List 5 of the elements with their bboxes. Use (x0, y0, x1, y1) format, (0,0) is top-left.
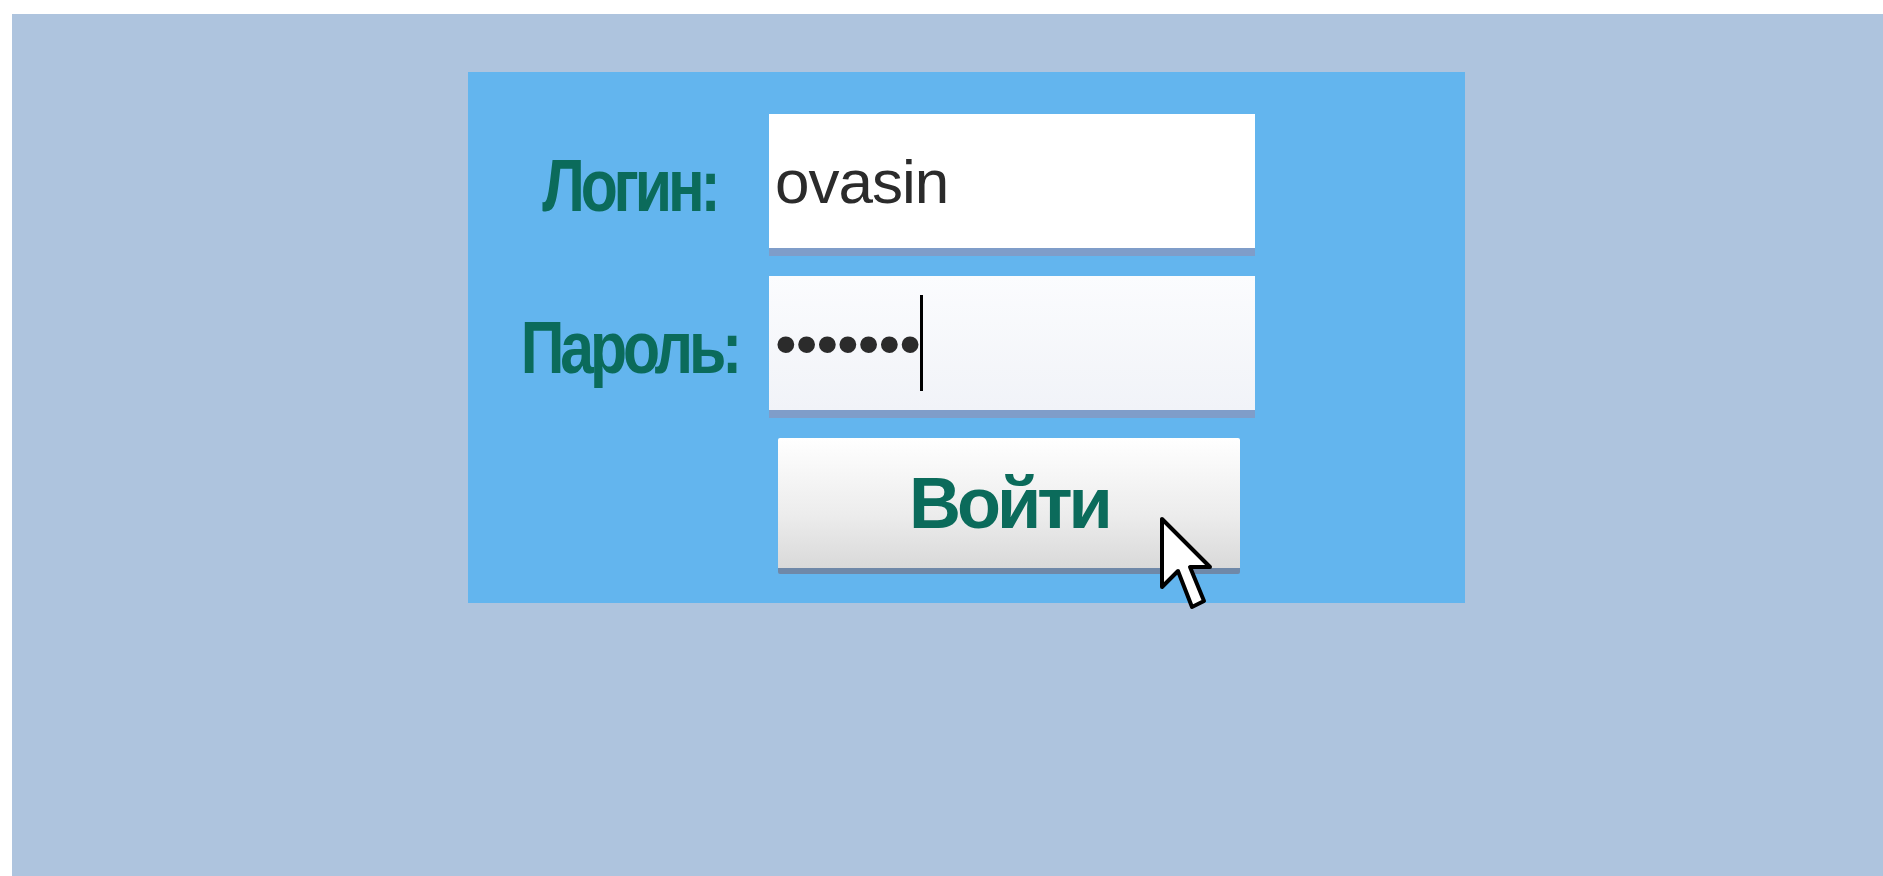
login-button[interactable]: Войти (778, 438, 1240, 574)
text-field[interactable]: ovasin (775, 145, 949, 217)
field-label: Логин: (542, 142, 717, 228)
field-label: Пароль: (520, 304, 739, 390)
text-field[interactable]: ••••••• (775, 307, 920, 379)
